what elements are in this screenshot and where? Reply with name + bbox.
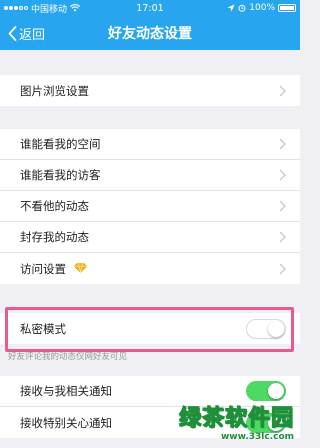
who-can-see-my-space-row[interactable]: 谁能看我的空间 (0, 129, 300, 160)
toggle-knob (268, 383, 284, 399)
row-label: 谁能看我的空间 (20, 137, 101, 151)
back-button[interactable]: 返回 (8, 16, 45, 50)
private-mode-group: 私密模式 (0, 313, 300, 344)
row-label-wrap: 访问设置 (20, 261, 279, 277)
chevron-right-icon (279, 169, 286, 181)
row-label: 图片浏览设置 (20, 83, 89, 98)
toggle-knob (268, 320, 284, 337)
signal-icon (4, 6, 28, 10)
row-label: 封存我的动态 (20, 230, 89, 244)
row-label: 接收与我相关通知 (20, 384, 112, 398)
chevron-right-icon (279, 231, 286, 243)
private-mode-hint: 好友评论我的动态仅网好友可见 (8, 352, 128, 362)
page-title: 好友动态设置 (108, 26, 192, 42)
hide-their-feed-row[interactable]: 不看他的动态 (0, 191, 300, 222)
who-can-see-my-visitors-row[interactable]: 谁能看我的访客 (0, 160, 300, 191)
alarm-icon (238, 4, 246, 12)
watermark: 绿茶软件园 www.33lc.com (178, 400, 294, 443)
private-mode-row: 私密模式 (0, 313, 300, 344)
status-bar: 中国移动 17:01 100% (0, 0, 300, 16)
watermark-text: 绿茶软件园 (178, 406, 294, 432)
row-label: 访问设置 (20, 261, 66, 276)
chevron-right-icon (279, 263, 286, 274)
battery-percent: 100% (249, 3, 275, 13)
wifi-icon (70, 4, 81, 12)
chevron-right-icon (279, 138, 286, 150)
location-icon (227, 4, 235, 12)
diamond-icon (73, 262, 87, 273)
privacy-settings-group: 谁能看我的空间 谁能看我的访客 不看他的动态 封存我的动态 访问设置 (0, 129, 300, 284)
row-label: 不看他的动态 (20, 199, 89, 213)
related-notifications-toggle[interactable] (246, 381, 286, 401)
navigation-bar: 返回 好友动态设置 (0, 16, 300, 50)
chevron-left-icon (8, 25, 17, 41)
photo-browse-settings-row[interactable]: 图片浏览设置 (0, 75, 300, 106)
access-settings-row[interactable]: 访问设置 (0, 253, 300, 284)
row-label: 谁能看我的访客 (20, 168, 101, 182)
chevron-right-icon (279, 85, 286, 96)
private-mode-toggle[interactable] (246, 318, 286, 339)
archive-my-feed-row[interactable]: 封存我的动态 (0, 222, 300, 253)
battery-icon (278, 4, 296, 12)
chevron-right-icon (279, 200, 286, 212)
carrier-label: 中国移动 (31, 4, 68, 15)
status-time: 17:01 (136, 2, 164, 14)
watermark-url: www.33lc.com (220, 432, 294, 442)
back-label: 返回 (19, 27, 46, 43)
photo-settings-group: 图片浏览设置 (0, 75, 300, 106)
row-label: 私密模式 (20, 321, 66, 336)
